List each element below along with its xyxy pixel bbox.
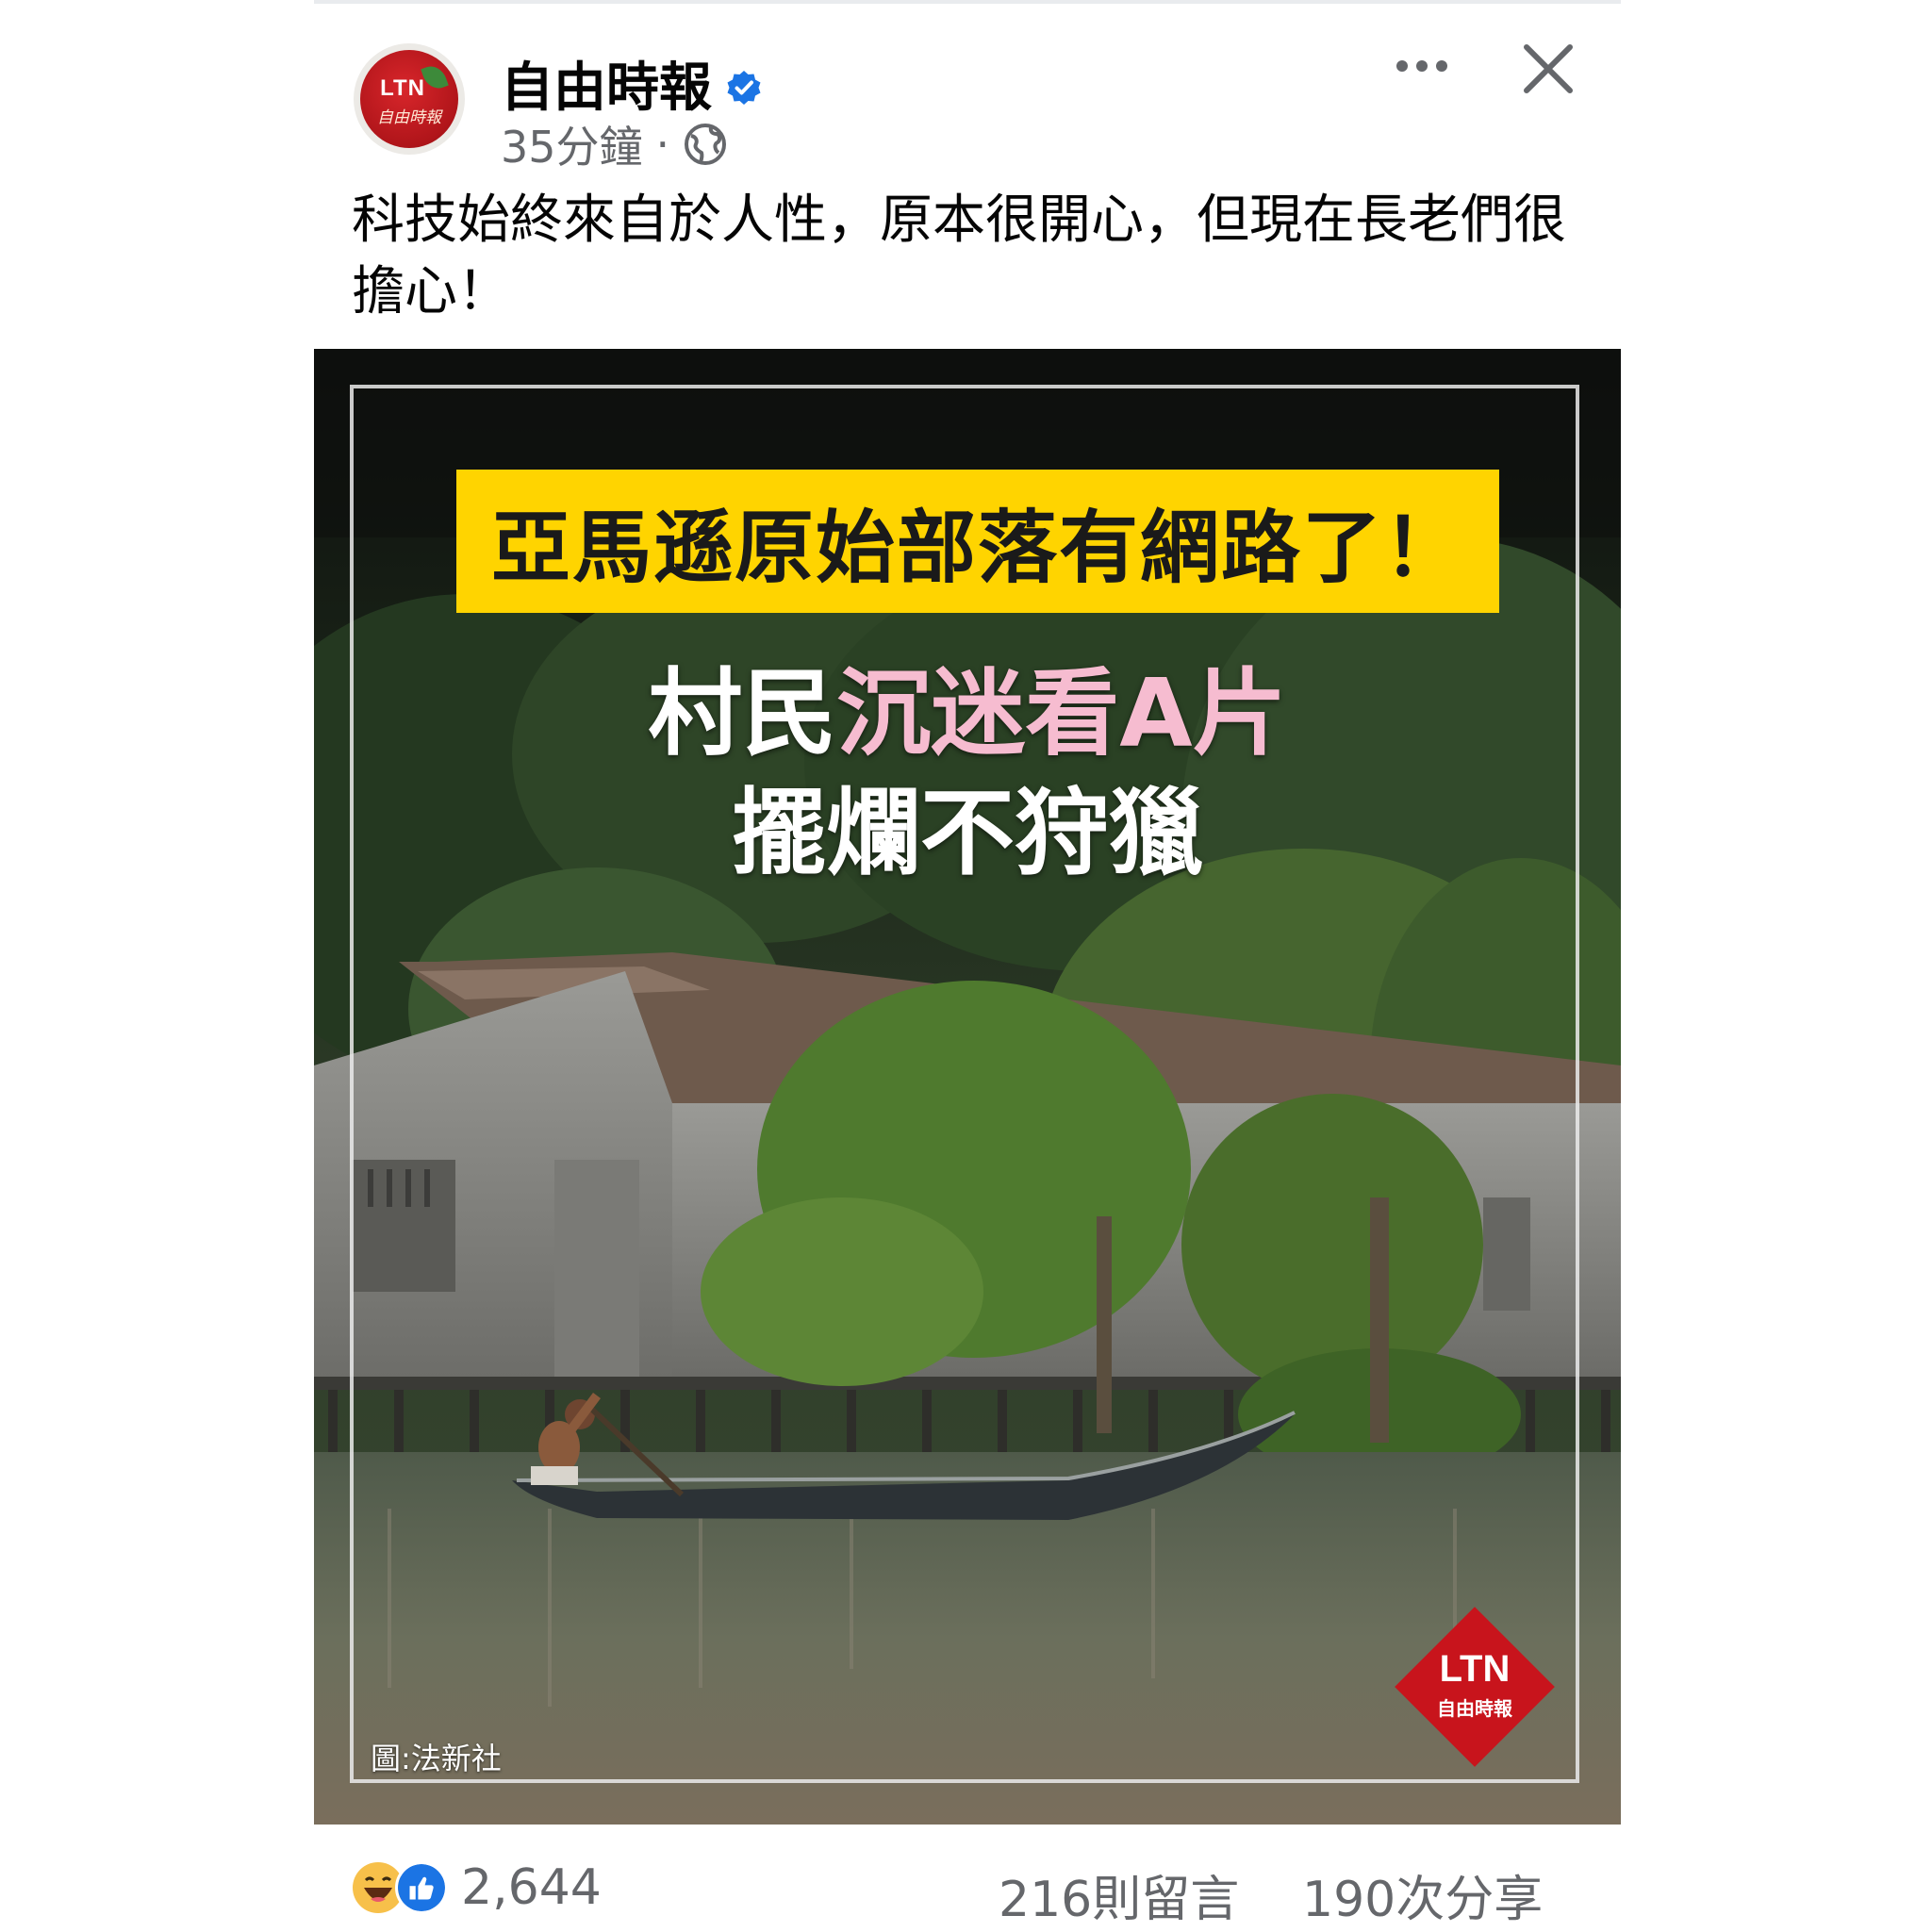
headline-banner: 亞馬遜原始部落有網路了！ xyxy=(456,470,1499,613)
ltn-avatar-logo: LTN 自由時報 xyxy=(360,50,458,148)
ltn-watermark-logo: LTN 自由時報 xyxy=(1395,1607,1555,1767)
like-icon xyxy=(395,1861,448,1914)
headline-text: 亞馬遜原始部落有網路了！ xyxy=(490,501,1464,594)
subheadline-highlight: 沉迷看A片 xyxy=(836,658,1287,768)
page-name[interactable]: 自由時報 xyxy=(501,45,712,122)
post-caption: 科技始終來自於人性，原本很開心，但現在長老們很擔心！ xyxy=(352,190,1566,322)
close-icon[interactable] xyxy=(1517,38,1579,100)
more-options-icon[interactable] xyxy=(1389,38,1455,94)
post-timestamp[interactable]: 35分鐘 xyxy=(501,113,643,175)
page-avatar[interactable]: LTN 自由時報 xyxy=(354,43,465,155)
subheadline-plain: 村民 xyxy=(648,658,837,768)
subheadline-line-2: 擺爛不狩獵 xyxy=(732,778,1203,888)
globe-icon[interactable] xyxy=(683,122,728,167)
page-name-link[interactable]: 自由時報 xyxy=(501,45,763,122)
post-image[interactable]: 亞馬遜原始部落有網路了！ 村民沉迷看A片 擺爛不狩獵 圖:法新社 LTN 自由時… xyxy=(314,349,1621,1825)
verified-badge-icon xyxy=(727,70,761,105)
shares-count[interactable]: 190次分享 xyxy=(1302,1859,1543,1930)
reaction-count[interactable]: 2,644 xyxy=(461,1859,602,1916)
post-meta: 35分鐘 · xyxy=(501,113,728,175)
reactions-summary[interactable]: 2,644 xyxy=(352,1859,602,1916)
divider xyxy=(314,0,1621,4)
comments-count[interactable]: 216則留言 xyxy=(999,1859,1239,1930)
feed-post: LTN 自由時報 自由時報 35分鐘 · 科技始終來自於人性，原本很開心，但現在… xyxy=(314,0,1621,1932)
subheadline-line-1: 村民沉迷看A片 xyxy=(314,636,1621,773)
photo-credit: 圖:法新社 xyxy=(371,1741,502,1776)
meta-separator: · xyxy=(655,119,670,170)
